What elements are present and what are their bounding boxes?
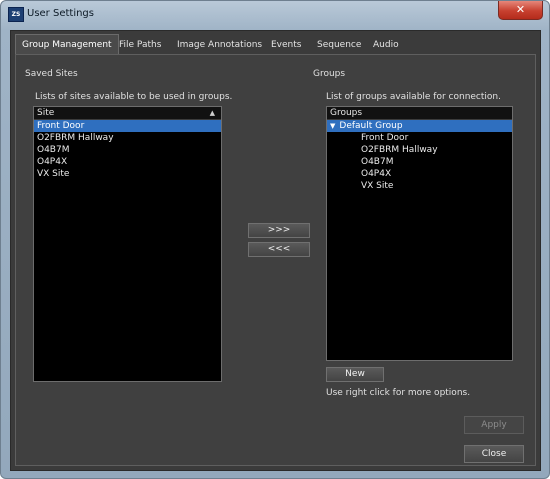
groups-column-label: Groups (330, 108, 363, 118)
apply-button[interactable]: Apply (464, 416, 524, 434)
saved-sites-description: Lists of sites available to be used in g… (35, 92, 233, 102)
groups-description: List of groups available for connection. (326, 92, 501, 102)
tree-item-site[interactable]: O4P4X (327, 168, 512, 180)
saved-sites-section-label: Saved Sites (25, 69, 78, 79)
add-to-group-button[interactable]: >>> (248, 223, 310, 238)
tree-item-site[interactable]: Front Door (327, 132, 512, 144)
app-icon: ZS (8, 7, 24, 22)
tree-item-site[interactable]: VX Site (327, 180, 512, 192)
close-window-button[interactable]: ✕ (498, 1, 543, 20)
tab-audio[interactable]: Audio (367, 37, 405, 54)
groups-column-header[interactable]: Groups (327, 107, 512, 120)
site-list-item[interactable]: O4P4X (34, 156, 221, 168)
site-column-label: Site (37, 108, 55, 118)
expand-arrow-icon[interactable]: ▼ (330, 122, 335, 130)
tree-group-default[interactable]: ▼ Default Group (327, 120, 512, 132)
group-management-panel: Saved Sites Lists of sites available to … (15, 54, 536, 466)
saved-sites-list[interactable]: Site ▲ Front Door O2FBRM Hallway O4B7M O… (33, 106, 222, 382)
new-group-button[interactable]: New (326, 367, 384, 382)
tree-item-site[interactable]: O4B7M (327, 156, 512, 168)
site-list-item[interactable]: VX Site (34, 168, 221, 180)
close-icon: ✕ (515, 3, 526, 16)
tree-item-site[interactable]: O2FBRM Hallway (327, 144, 512, 156)
tab-sequence[interactable]: Sequence (311, 37, 367, 54)
close-button[interactable]: Close (464, 445, 524, 463)
window-title: User Settings (27, 8, 94, 19)
tab-group-management[interactable]: Group Management (15, 34, 119, 55)
user-settings-window: ZS User Settings ✕ Group Management File… (0, 0, 550, 479)
groups-section-label: Groups (313, 69, 346, 79)
group-name: Default Group (339, 121, 403, 131)
site-list-item[interactable]: Front Door (34, 120, 221, 132)
dialog-client-area: Group Management File Paths Image Annota… (10, 30, 541, 471)
site-list-item[interactable]: O4B7M (34, 144, 221, 156)
tab-image-annotations[interactable]: Image Annotations (171, 37, 268, 54)
right-click-hint: Use right click for more options. (326, 388, 471, 398)
tab-events[interactable]: Events (265, 37, 307, 54)
groups-tree[interactable]: Groups ▼ Default Group Front Door O2FBRM … (326, 106, 513, 361)
tab-file-paths[interactable]: File Paths (113, 37, 167, 54)
site-list-item[interactable]: O2FBRM Hallway (34, 132, 221, 144)
site-column-header[interactable]: Site ▲ (34, 107, 221, 120)
sort-ascending-icon: ▲ (209, 109, 215, 117)
title-bar[interactable]: ZS User Settings ✕ (1, 1, 549, 29)
remove-from-group-button[interactable]: <<< (248, 242, 310, 257)
